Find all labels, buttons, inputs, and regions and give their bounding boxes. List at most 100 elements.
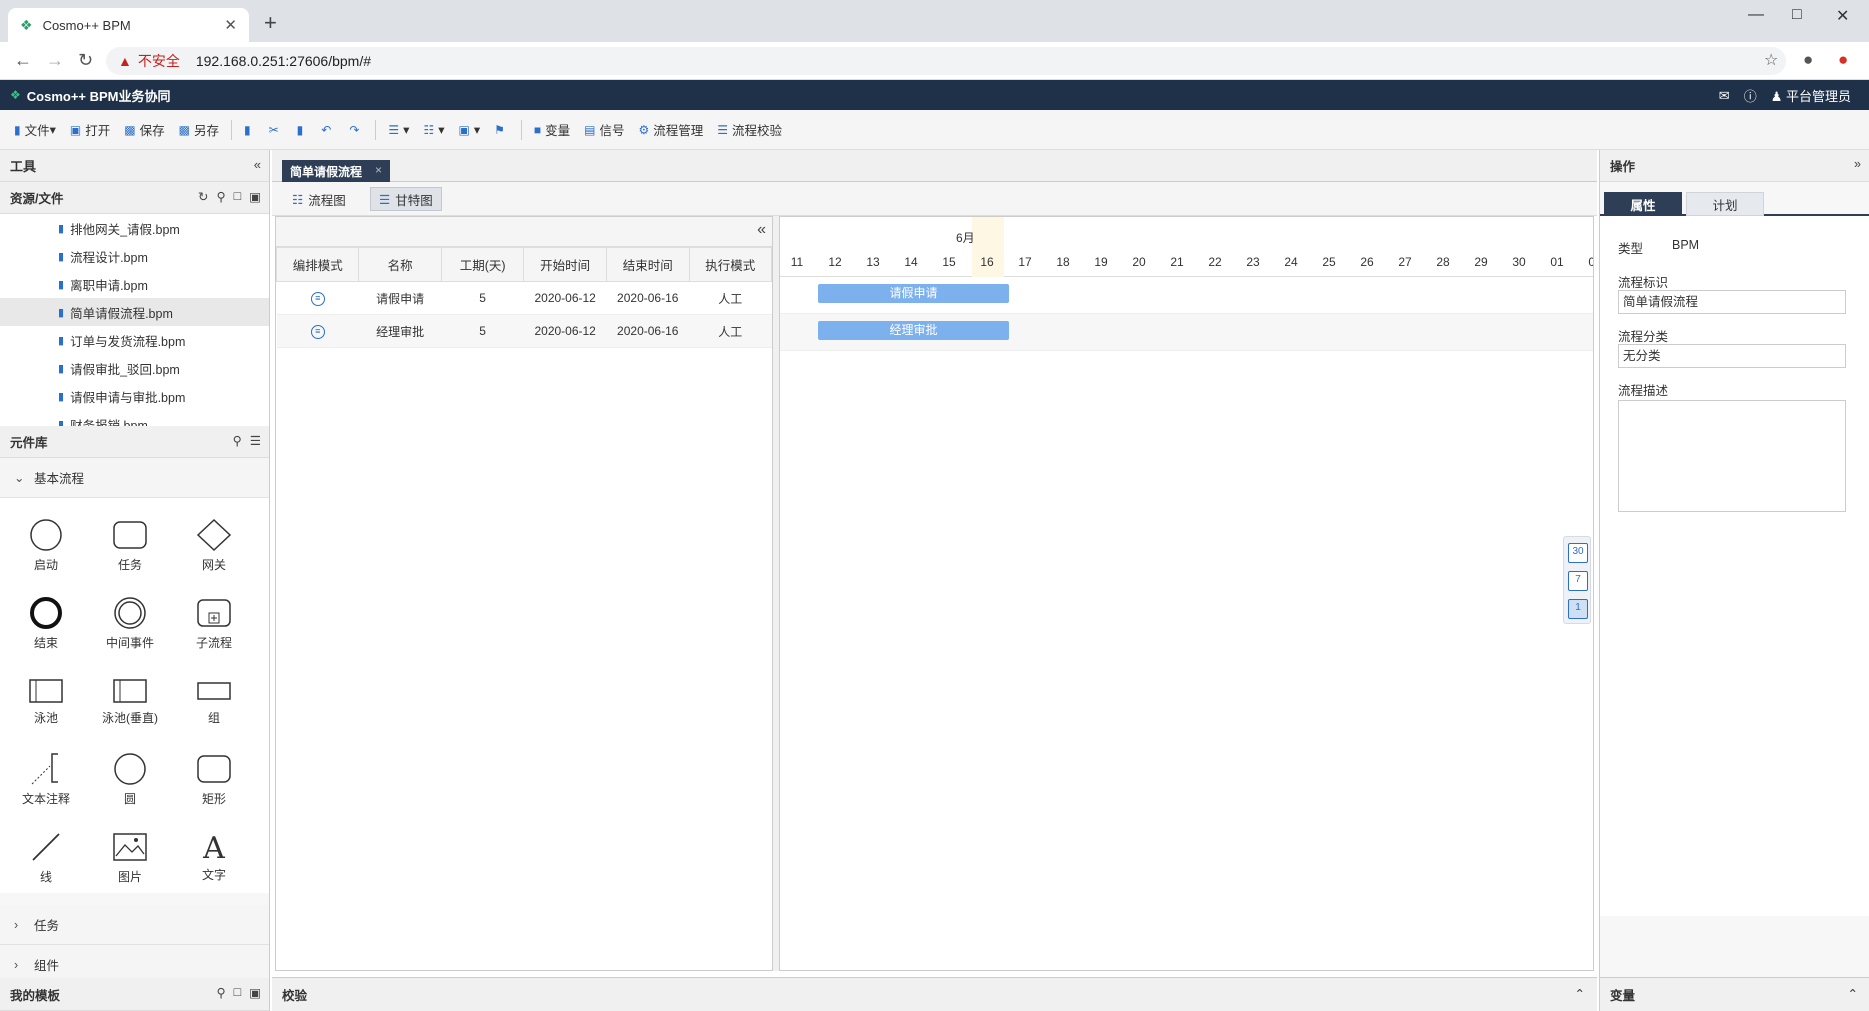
variable-button[interactable]: ■ 变量 bbox=[528, 116, 576, 144]
palette-subprocess[interactable]: 子流程 bbox=[172, 584, 256, 662]
minimize-icon[interactable]: — bbox=[1748, 6, 1764, 24]
zoom-day-button[interactable]: 1 bbox=[1568, 599, 1588, 619]
align-v-button[interactable]: ☷ ▾ bbox=[417, 116, 450, 144]
redo-button[interactable]: ↷ bbox=[343, 116, 369, 144]
palette-pool-vertical[interactable]: 泳池(垂直) bbox=[88, 662, 172, 740]
file-item[interactable]: ▮ 流程设计.bpm bbox=[0, 242, 269, 270]
copy-button[interactable]: ▮ bbox=[238, 116, 261, 144]
palette-line[interactable]: 线 bbox=[4, 818, 88, 896]
align-h-button[interactable]: ☰ ▾ bbox=[382, 116, 415, 144]
column-header[interactable]: 名称 bbox=[358, 247, 442, 282]
file-item[interactable]: ▮ 请假审批_驳回.bpm bbox=[0, 354, 269, 382]
url-text[interactable]: 192.168.0.251:27606/bpm/# bbox=[196, 53, 371, 69]
search-icon[interactable]: ⚲ bbox=[233, 433, 242, 448]
new-file-icon[interactable]: □ bbox=[234, 189, 242, 204]
file-item[interactable]: ▮ 离职申请.bpm bbox=[0, 270, 269, 298]
palette-text-annotation[interactable]: 文本注释 bbox=[4, 740, 88, 818]
palette-circle[interactable]: 圆 bbox=[88, 740, 172, 818]
reload-icon[interactable]: ↻ bbox=[78, 50, 93, 71]
new-file-icon[interactable]: □ bbox=[234, 985, 242, 1000]
file-item[interactable]: ▮ 请假申请与审批.bpm bbox=[0, 382, 269, 410]
arrange-button[interactable]: ▣ ▾ bbox=[452, 116, 486, 144]
palette-rectangle[interactable]: 矩形 bbox=[172, 740, 256, 818]
task-duration[interactable]: 5 bbox=[441, 281, 524, 315]
palette-image[interactable]: 图片 bbox=[88, 818, 172, 896]
search-icon[interactable]: ⚲ bbox=[216, 985, 225, 1000]
task-start[interactable]: 2020-06-12 bbox=[523, 281, 607, 315]
group-task[interactable]: › 任务 bbox=[0, 905, 269, 945]
palette-text[interactable]: A 文字 bbox=[172, 818, 256, 896]
task-end[interactable]: 2020-06-16 bbox=[606, 281, 690, 315]
task-duration[interactable]: 5 bbox=[441, 314, 524, 348]
process-manage-button[interactable]: ⚙ 流程管理 bbox=[633, 116, 710, 144]
column-header[interactable]: 开始时间 bbox=[523, 247, 607, 282]
cut-button[interactable]: ✂ bbox=[263, 116, 289, 144]
zoom-month-button[interactable]: 30 bbox=[1568, 543, 1588, 563]
file-item[interactable]: ▮ 订单与发货流程.bpm bbox=[0, 326, 269, 354]
process-id-input[interactable]: 简单请假流程 bbox=[1618, 290, 1846, 314]
maximize-icon[interactable]: □ bbox=[1792, 6, 1802, 24]
process-desc-textarea[interactable] bbox=[1618, 400, 1846, 512]
refresh-icon[interactable]: ↻ bbox=[198, 189, 208, 204]
palette-intermediate-event[interactable]: 中间事件 bbox=[88, 584, 172, 662]
palette-group[interactable]: 组 bbox=[172, 662, 256, 740]
collapse-right-icon[interactable]: » bbox=[1854, 157, 1861, 171]
collapse-left-icon[interactable]: « bbox=[254, 157, 261, 172]
menu-icon[interactable]: ☰ bbox=[250, 433, 261, 448]
file-item[interactable]: ▮ 排他网关_请假.bpm bbox=[0, 214, 269, 242]
new-folder-icon[interactable]: ▣ bbox=[249, 189, 261, 204]
task-start[interactable]: 2020-06-12 bbox=[523, 314, 607, 348]
profile-icon[interactable]: ● bbox=[1803, 50, 1813, 70]
file-item[interactable]: ▮ 财务报销.bpm bbox=[0, 410, 269, 427]
file-menu-button[interactable]: ▮ 文件 ▾ bbox=[8, 116, 62, 144]
close-tab-icon[interactable]: × bbox=[375, 163, 382, 177]
zoom-week-button[interactable]: 7 bbox=[1568, 571, 1588, 591]
bookmark-star-icon[interactable]: ☆ bbox=[1764, 50, 1778, 70]
document-tab[interactable]: 简单请假流程 × bbox=[282, 160, 391, 182]
collapse-table-icon[interactable]: « bbox=[757, 221, 766, 239]
message-icon[interactable]: ✉ bbox=[1719, 88, 1730, 104]
column-header[interactable]: 结束时间 bbox=[605, 247, 690, 282]
user-menu[interactable]: ♟ 平台管理员 bbox=[1771, 86, 1851, 105]
tab-plan[interactable]: 计划 bbox=[1686, 192, 1764, 216]
schedule-mode-icon[interactable]: ≡ bbox=[310, 292, 325, 306]
schedule-mode-icon[interactable]: ≡ bbox=[310, 325, 325, 339]
update-icon[interactable]: ● bbox=[1838, 50, 1848, 70]
tab-gantt[interactable]: ☰ 甘特图 bbox=[370, 187, 442, 211]
signal-button[interactable]: ▤ 信号 bbox=[578, 116, 630, 144]
task-name[interactable]: 经理审批 bbox=[358, 314, 442, 348]
new-tab-icon[interactable]: + bbox=[264, 10, 277, 36]
task-exec-mode[interactable]: 人工 bbox=[689, 314, 772, 348]
browser-tab[interactable]: ❖ Cosmo++ BPM ✕ bbox=[8, 8, 249, 42]
group-basic-process[interactable]: ⌄ 基本流程 bbox=[0, 458, 269, 498]
table-row[interactable]: ≡ 经理审批 5 2020-06-12 2020-06-16 人工 bbox=[276, 314, 772, 348]
task-end[interactable]: 2020-06-16 bbox=[606, 314, 690, 348]
palette-start[interactable]: 启动 bbox=[4, 506, 88, 584]
expand-up-icon[interactable]: ⌃ bbox=[1848, 986, 1858, 1001]
flag-button[interactable]: ⚑ bbox=[488, 116, 515, 144]
omnibox[interactable]: ▲ 不安全 192.168.0.251:27606/bpm/# bbox=[106, 47, 1786, 75]
expand-up-icon[interactable]: ⌃ bbox=[1575, 986, 1585, 1001]
undo-button[interactable]: ↶ bbox=[315, 116, 341, 144]
security-label[interactable]: 不安全 bbox=[138, 51, 180, 71]
palette-pool[interactable]: 泳池 bbox=[4, 662, 88, 740]
palette-gateway[interactable]: 网关 bbox=[172, 506, 256, 584]
tab-properties[interactable]: 属性 bbox=[1604, 192, 1682, 216]
forward-icon[interactable]: → bbox=[46, 50, 64, 71]
save-as-button[interactable]: ▩ 另存 bbox=[173, 116, 225, 144]
tab-flowchart[interactable]: ☷ 流程图 bbox=[284, 187, 354, 211]
open-button[interactable]: ▣ 打开 bbox=[64, 116, 116, 144]
palette-end[interactable]: 结束 bbox=[4, 584, 88, 662]
file-item-selected[interactable]: ▮ 简单请假流程.bpm bbox=[0, 298, 269, 326]
search-icon[interactable]: ⚲ bbox=[216, 189, 225, 204]
window-close-icon[interactable]: ✕ bbox=[1836, 6, 1849, 26]
process-check-button[interactable]: ☰ 流程校验 bbox=[711, 116, 788, 144]
paste-button[interactable]: ▮ bbox=[291, 116, 314, 144]
new-folder-icon[interactable]: ▣ bbox=[249, 985, 261, 1000]
table-row[interactable]: ≡ 请假申请 5 2020-06-12 2020-06-16 人工 bbox=[276, 281, 772, 315]
column-header[interactable]: 编排模式 bbox=[275, 247, 360, 282]
process-category-input[interactable]: 无分类 bbox=[1618, 344, 1846, 368]
column-header[interactable]: 执行模式 bbox=[688, 247, 773, 282]
task-name[interactable]: 请假申请 bbox=[358, 281, 442, 315]
close-tab-icon[interactable]: ✕ bbox=[224, 16, 237, 34]
